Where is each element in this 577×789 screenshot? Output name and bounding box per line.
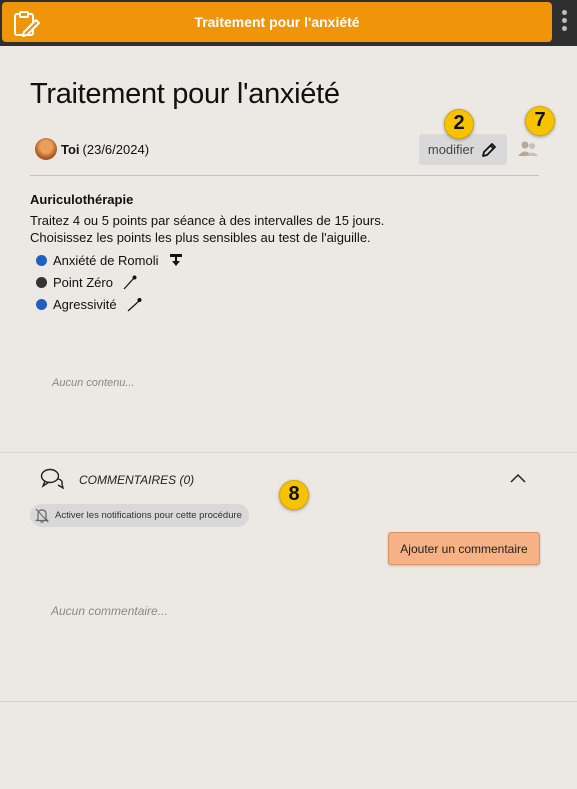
page-title: Traitement pour l'anxiété (30, 78, 340, 110)
point-dot (36, 254, 47, 266)
list-item[interactable]: Anxiété de Romoli (36, 249, 183, 271)
notifications-label: Activer les notifications pour cette pro… (55, 510, 242, 521)
edit-badge: 2 (444, 109, 474, 139)
pencil-icon (482, 142, 497, 157)
point-label: Point Zéro (53, 274, 113, 290)
chevron-up-icon[interactable] (510, 473, 526, 483)
press-pin-icon (169, 254, 182, 266)
author-date: (23/6/2024) (82, 141, 150, 157)
point-dot (36, 276, 47, 288)
needle-icon (127, 298, 142, 312)
top-bar: Traitement pour l'anxiété (0, 0, 577, 46)
comments-section: COMMENTAIRES (0) 8 Activer les notificat… (0, 452, 577, 702)
empty-comments-text: Aucun commentaire... (51, 604, 168, 618)
comments-icon (40, 468, 64, 489)
procedure-panel: Traitement pour l'anxiété Toi (23/6/2024… (0, 46, 577, 452)
point-label: Agressivité (53, 296, 117, 312)
comments-badge: 8 (279, 480, 309, 510)
add-comment-button[interactable]: Ajouter un commentaire (388, 532, 540, 565)
description-line: Traitez 4 ou 5 points par séance à des i… (30, 213, 385, 228)
comments-title: COMMENTAIRES (0) (79, 473, 195, 487)
point-label: Anxiété de Romoli (53, 252, 159, 268)
empty-content-text: Aucun contenu... (52, 377, 135, 389)
header-title: Traitement pour l'anxiété (194, 14, 360, 30)
needle-icon (123, 275, 137, 290)
share-users-icon[interactable] (517, 139, 539, 159)
edit-button-label: modifier (427, 142, 475, 157)
point-dot (36, 298, 47, 310)
description-line: Choisissez les points les plus sensibles… (30, 230, 371, 245)
notifications-toggle[interactable]: Activer les notifications pour cette pro… (30, 504, 249, 527)
vertical-dots-icon[interactable] (556, 10, 572, 36)
points-list: Anxiété de Romoli Point Zéro Agressivité (36, 249, 183, 315)
list-item[interactable]: Agressivité (36, 293, 183, 315)
author-name: Toi (61, 141, 80, 157)
section-title: Auriculothérapie (30, 192, 134, 207)
title-bar: Traitement pour l'anxiété (2, 2, 552, 42)
bell-icon (35, 508, 49, 523)
list-item[interactable]: Point Zéro (36, 271, 183, 293)
description: Traitez 4 ou 5 points par séance à des i… (30, 212, 550, 246)
author-info: Toi (23/6/2024) (35, 138, 149, 160)
share-badge: 7 (525, 106, 555, 136)
edit-button[interactable]: modifier (419, 134, 507, 165)
divider (30, 175, 539, 176)
avatar (35, 138, 57, 160)
